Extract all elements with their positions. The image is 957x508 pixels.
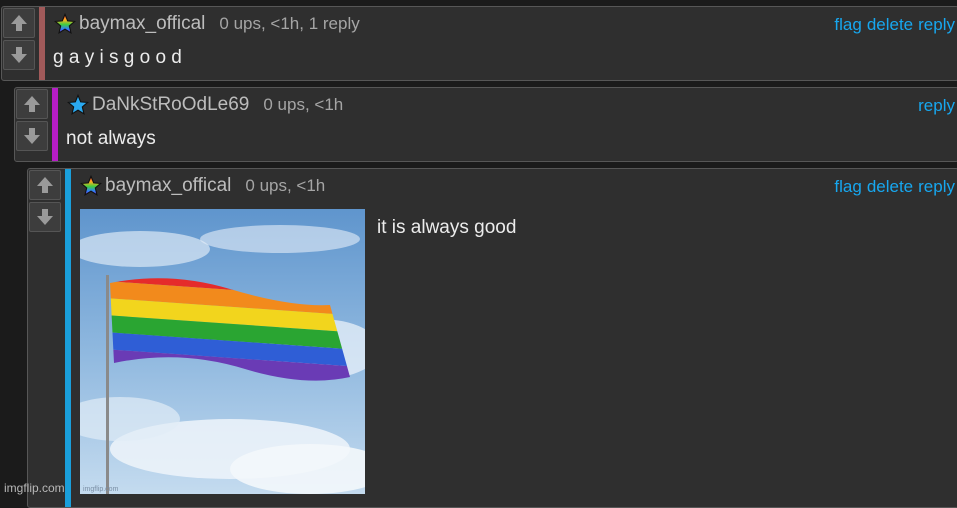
arrow-down-icon	[37, 209, 53, 225]
comment-actions: flag delete reply	[834, 15, 955, 35]
username[interactable]: baymax_offical	[79, 13, 205, 35]
downvote-button[interactable]	[29, 202, 61, 232]
rainbow-star-icon	[54, 13, 76, 34]
flag-link[interactable]: flag	[834, 15, 861, 35]
delete-link[interactable]: delete	[867, 177, 913, 197]
arrow-up-icon	[24, 96, 40, 112]
comment-actions: reply	[918, 96, 955, 116]
rainbow-star-icon	[80, 175, 102, 196]
thread-bar	[39, 7, 45, 80]
arrow-down-icon	[11, 47, 27, 63]
comment-2: DaNkStRoOdLe69 0 ups, <1h reply not alwa…	[14, 87, 957, 162]
comment-actions: flag delete reply	[834, 177, 955, 197]
arrow-down-icon	[24, 128, 40, 144]
comment-meta: 0 ups, <1h	[263, 95, 344, 114]
upvote-button[interactable]	[3, 8, 35, 38]
reply-link[interactable]: reply	[918, 177, 955, 197]
flag-link[interactable]: flag	[834, 177, 861, 197]
arrow-up-icon	[37, 177, 53, 193]
thread-bar	[52, 88, 58, 161]
downvote-button[interactable]	[3, 40, 35, 70]
blue-star-icon	[67, 94, 89, 115]
reply-link[interactable]: reply	[918, 96, 955, 116]
comment-meta: 0 ups, <1h	[245, 176, 326, 195]
downvote-button[interactable]	[16, 121, 48, 151]
site-watermark: imgflip.com	[4, 481, 65, 495]
upvote-button[interactable]	[29, 170, 61, 200]
comment-meta: 0 ups, <1h, 1 reply	[219, 14, 360, 33]
comment-3: baymax_offical 0 ups, <1h flag delete re…	[27, 168, 957, 508]
username[interactable]: DaNkStRoOdLe69	[92, 94, 249, 116]
image-watermark: imgflip.com	[83, 486, 119, 493]
vote-controls	[15, 88, 52, 151]
username[interactable]: baymax_offical	[105, 175, 231, 197]
upvote-button[interactable]	[16, 89, 48, 119]
comment-header: DaNkStRoOdLe69 0 ups, <1h	[67, 93, 343, 117]
comment-text: g a y i s g o o d	[53, 47, 182, 68]
comment-header: baymax_offical 0 ups, <1h, 1 reply	[54, 12, 360, 36]
comment-header: baymax_offical 0 ups, <1h	[80, 174, 325, 198]
vote-controls	[2, 7, 39, 70]
reply-link[interactable]: reply	[918, 15, 955, 35]
thread-bar	[65, 169, 71, 507]
arrow-up-icon	[11, 15, 27, 31]
rainbow-flag-image[interactable]: imgflip.com	[80, 209, 365, 494]
vote-controls	[28, 169, 65, 232]
delete-link[interactable]: delete	[867, 15, 913, 35]
comment-1: baymax_offical 0 ups, <1h, 1 reply flag …	[1, 6, 957, 81]
comment-text: not always	[66, 128, 156, 149]
comment-text: it is always good	[377, 217, 517, 238]
